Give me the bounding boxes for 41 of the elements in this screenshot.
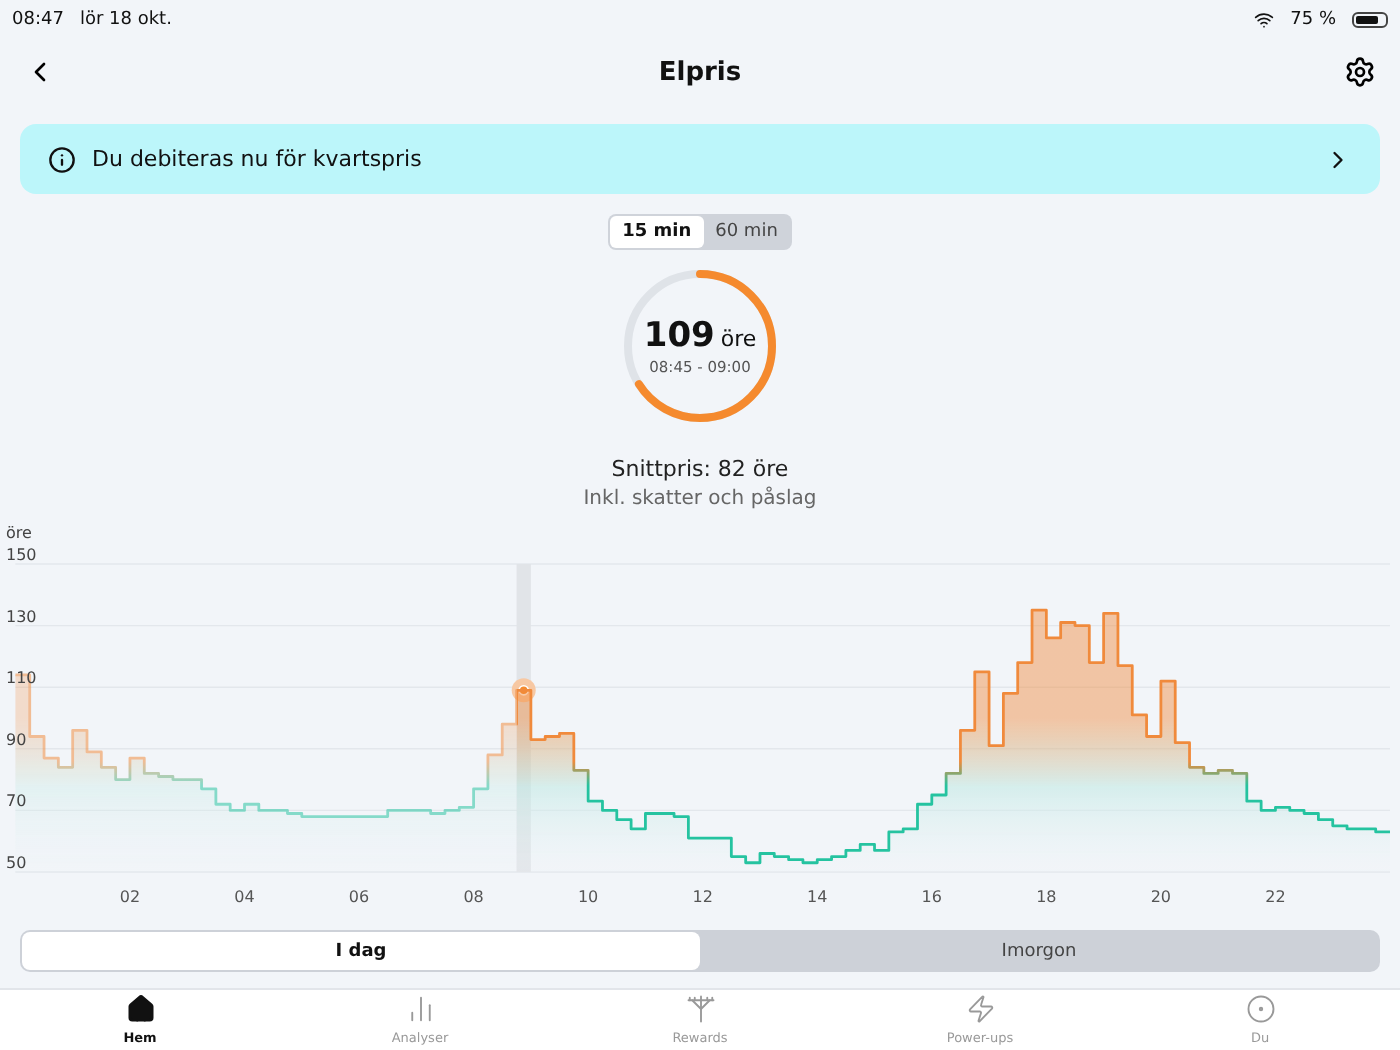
status-date: lör 18 okt. xyxy=(79,10,172,30)
status-time: 08:47 xyxy=(12,10,64,30)
circle-icon xyxy=(1245,994,1275,1024)
current-price: 109 xyxy=(643,316,715,356)
settings-icon[interactable] xyxy=(1344,56,1376,88)
axis-tick-label: 16 xyxy=(921,888,942,906)
average-price: Snittpris: 82 öre xyxy=(609,456,791,482)
battery-percent: 75 % xyxy=(1290,10,1336,30)
axis-tick-label: 150 xyxy=(6,546,37,564)
pylon-icon xyxy=(685,994,715,1024)
bar-chart-icon xyxy=(405,994,435,1024)
axis-tick-label: 22 xyxy=(1265,888,1286,906)
axis-tick-label: 02 xyxy=(119,888,141,906)
axis-tick-label: 08 xyxy=(463,888,484,906)
notice-banner[interactable]: Du debiteras nu för kvartspris xyxy=(20,124,1380,194)
day-tab[interactable]: Imorgon xyxy=(700,932,1378,970)
interval-option[interactable]: 15 min xyxy=(610,216,704,248)
home-icon xyxy=(125,994,155,1024)
page-title: Elpris xyxy=(656,57,744,87)
axis-label: öre xyxy=(6,524,32,542)
axis-tick-label: 10 xyxy=(577,888,599,906)
axis-tick-label: 20 xyxy=(1150,888,1172,906)
price-unit: öre xyxy=(720,326,757,352)
axis-tick-label: 70 xyxy=(6,792,27,811)
axis-tick-label: 110 xyxy=(6,669,37,688)
interval-option[interactable]: 60 min xyxy=(703,216,790,248)
axis-tick-label: 18 xyxy=(1036,888,1057,906)
info-icon xyxy=(48,145,76,173)
day-tab[interactable]: I dag xyxy=(22,932,700,970)
lightning-icon xyxy=(965,994,995,1024)
notice-text: Du debiteras nu för kvartspris xyxy=(92,146,424,172)
price-note: Inkl. skatter och påslag xyxy=(581,488,819,510)
axis-tick-label: 04 xyxy=(234,888,255,906)
axis-tick-label: 14 xyxy=(807,888,828,906)
battery-icon xyxy=(1352,12,1388,28)
axis-tick-label: 06 xyxy=(348,888,370,906)
axis-tick-label: 12 xyxy=(692,888,713,906)
wifi-icon xyxy=(1254,10,1275,30)
axis-tick-label: 50 xyxy=(6,854,27,872)
axis-tick-label: 90 xyxy=(6,730,27,749)
axis-tick-label: 130 xyxy=(6,607,37,626)
